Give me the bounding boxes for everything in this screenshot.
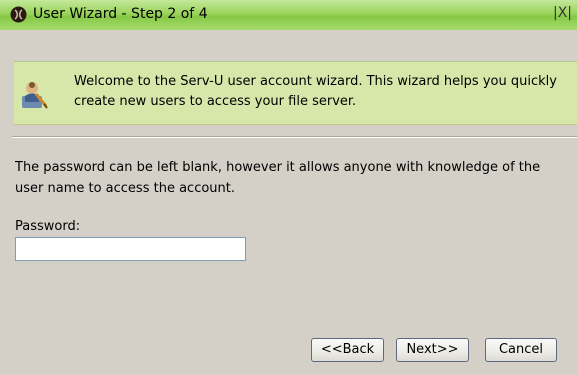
cancel-button[interactable]: Cancel <box>485 338 557 362</box>
password-instructions: The password can be left blank, however … <box>15 160 541 196</box>
wizard-window: User Wizard - Step 2 of 4 |X| Welcome to… <box>0 0 577 375</box>
serv-u-app-icon <box>10 6 27 23</box>
title-bar[interactable]: User Wizard - Step 2 of 4 |X| <box>0 0 577 30</box>
welcome-banner: Welcome to the Serv-U user account wizar… <box>14 61 577 125</box>
password-label: Password: <box>15 219 81 234</box>
user-wizard-icon <box>22 82 48 109</box>
back-button[interactable]: <<Back <box>311 338 384 362</box>
window-title: User Wizard - Step 2 of 4 <box>33 6 208 22</box>
password-field[interactable] <box>15 237 246 261</box>
section-divider <box>12 136 577 138</box>
next-button[interactable]: Next>> <box>396 338 469 362</box>
banner-text: Welcome to the Serv-U user account wizar… <box>74 74 557 109</box>
close-button[interactable]: |X| <box>553 5 572 22</box>
